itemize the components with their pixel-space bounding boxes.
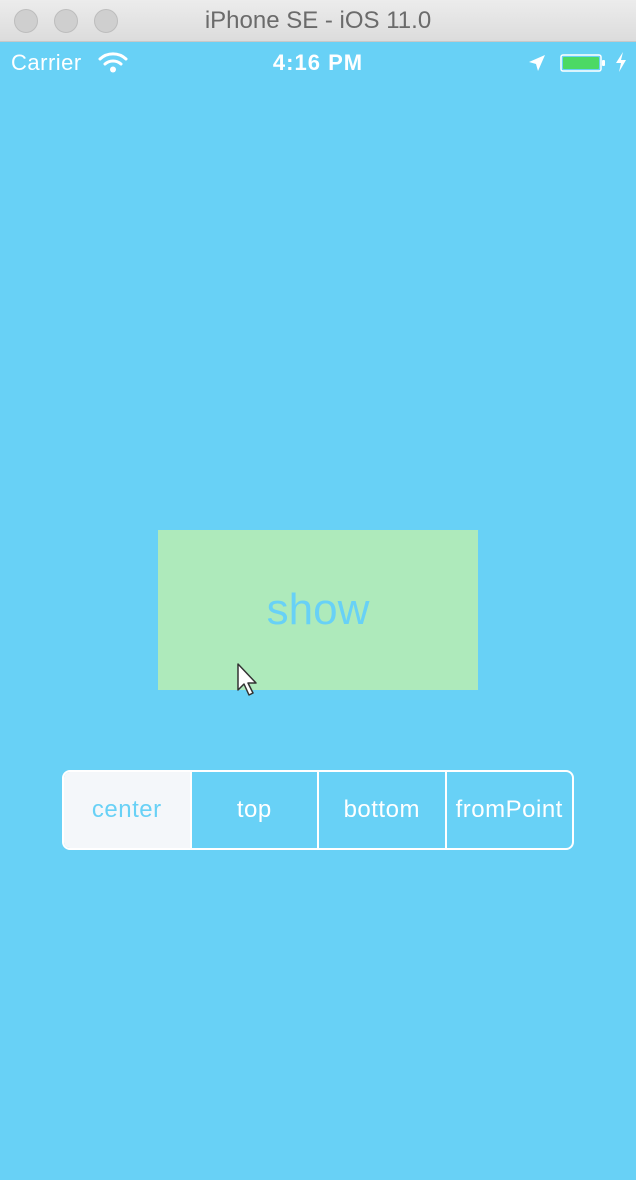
location-arrow-icon [529,55,545,71]
window-title: iPhone SE - iOS 11.0 [204,7,432,34]
animation-style-segmented-control: center top bottom fromPoint [62,770,574,850]
battery-icon [560,54,605,72]
status-bar: Carrier 4:16 PM [0,42,636,82]
segment-center[interactable]: center [64,772,190,848]
device-screen: Carrier 4:16 PM show center top bottom f… [0,42,636,1180]
segment-frompoint-label: fromPoint [455,796,563,823]
segment-top-label: top [236,796,272,823]
show-button[interactable]: show [158,530,478,690]
segment-center-label: center [91,796,162,823]
segment-bottom-label: bottom [343,796,420,823]
show-button-label: show [266,585,370,634]
segment-top[interactable]: top [189,772,318,848]
simulator-window: iPhone SE - iOS 11.0 Carrier 4:16 PM sho… [0,0,636,1180]
segment-bottom[interactable]: bottom [317,772,445,848]
charging-bolt-icon [616,52,626,72]
window-titlebar: iPhone SE - iOS 11.0 [0,0,636,42]
segment-frompoint[interactable]: fromPoint [444,772,573,848]
mouse-cursor-icon [237,663,257,696]
